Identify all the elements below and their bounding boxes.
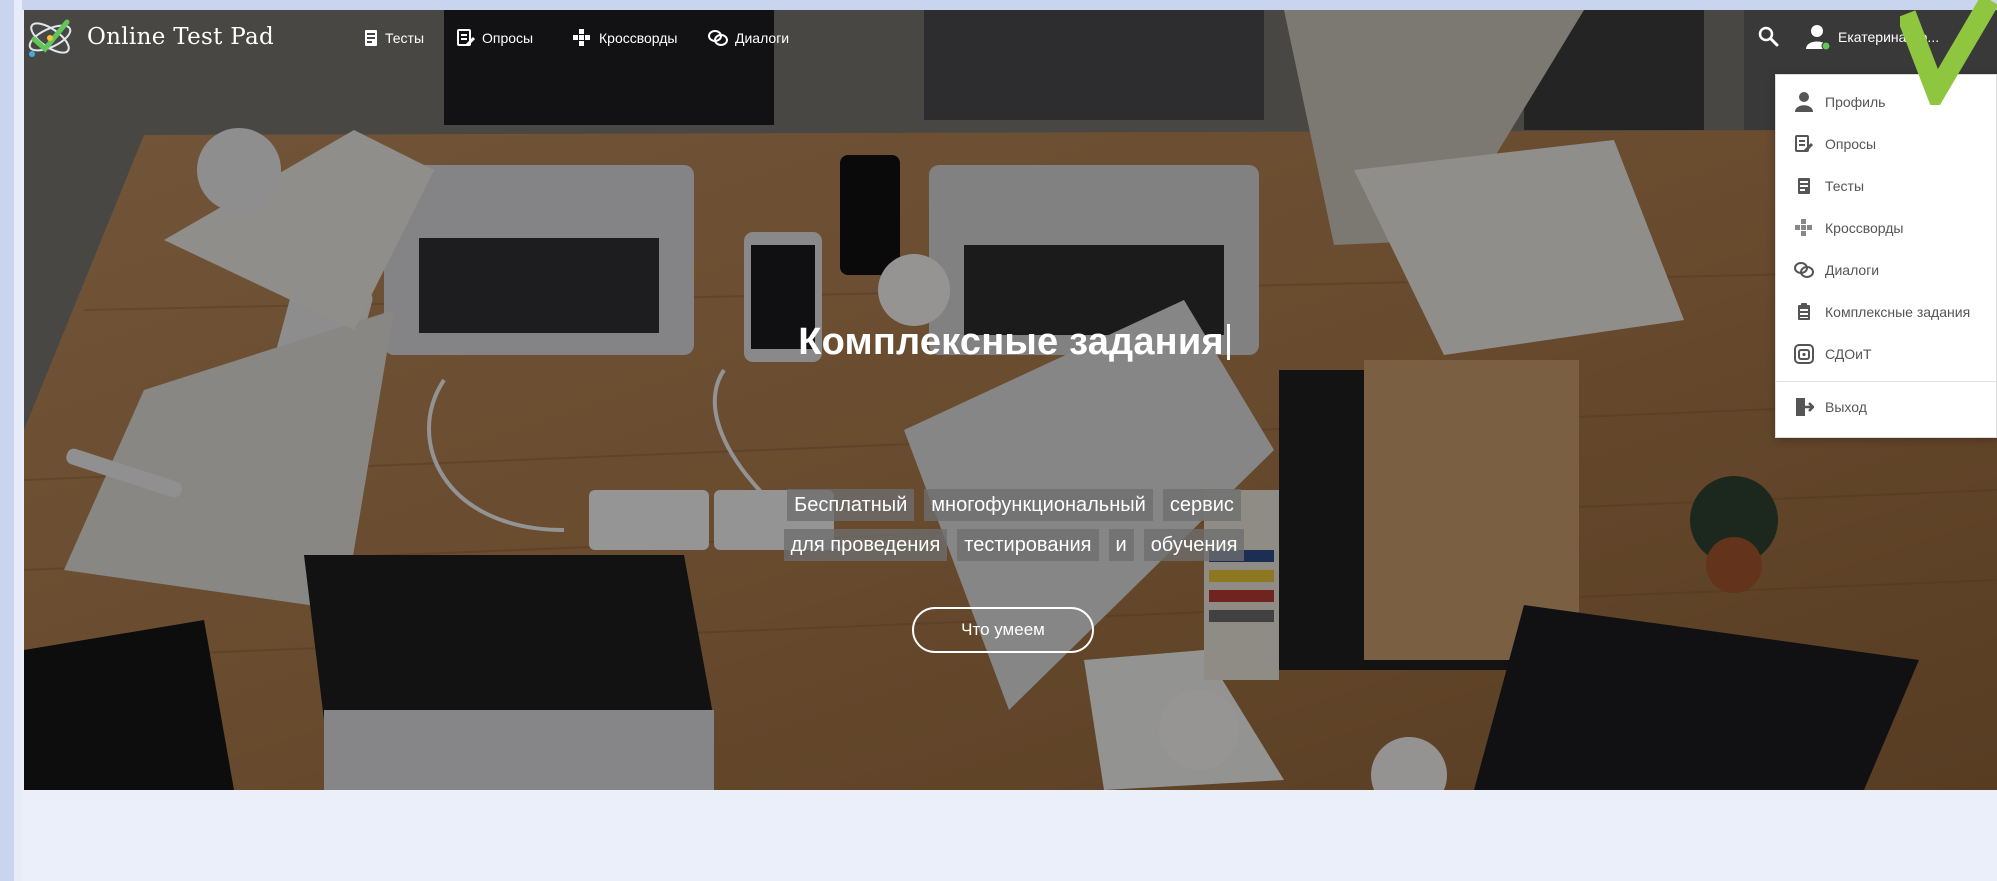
menu-item-label: Профиль [1825, 94, 1886, 110]
brand-name[interactable]: Online Test Pad [87, 24, 274, 50]
test-icon [365, 30, 377, 46]
menu-item-tests[interactable]: Тесты [1776, 165, 1996, 207]
hero-section: Online Test Pad Тесты Опросы Кроссворды … [24, 10, 1997, 790]
nav-tests[interactable]: Тесты [364, 26, 424, 50]
nav-crosswords[interactable]: Кроссворды [572, 26, 678, 50]
menu-item-polls[interactable]: Опросы [1776, 123, 1996, 165]
menu-item-sdoit[interactable]: СДОиТ [1776, 333, 1996, 375]
nav-polls[interactable]: Опросы [457, 26, 533, 50]
menu-item-label: СДОиТ [1825, 346, 1872, 362]
menu-item-label: Опросы [1825, 136, 1877, 152]
hero-tagline: Бесплатный многофункциональный сервис дл… [724, 489, 1304, 561]
crossword-icon [1795, 219, 1812, 236]
dialog-icon [708, 30, 728, 46]
what-we-do-button[interactable]: Что умеем [912, 607, 1094, 653]
menu-item-dialogs[interactable]: Диалоги [1776, 249, 1996, 291]
menu-item-complex-tasks[interactable]: Комплексные задания [1776, 291, 1996, 333]
tagline-word: обучения [1143, 529, 1245, 561]
menu-item-crosswords[interactable]: Кроссворды [1776, 207, 1996, 249]
test-icon [1798, 178, 1810, 194]
user-dropdown-menu: Профиль Опросы Тесты Кроссворды Диалоги … [1775, 74, 1997, 438]
logo-icon[interactable] [24, 14, 76, 62]
menu-divider [1776, 381, 1996, 382]
poll-icon [1795, 135, 1813, 153]
menu-item-label: Диалоги [1825, 262, 1880, 278]
menu-item-label: Комплексные задания [1825, 304, 1971, 320]
checkmark-icon [1900, 0, 1997, 105]
user-avatar-icon [1806, 25, 1830, 50]
menu-item-label: Тесты [1825, 178, 1865, 194]
slide-frame-top [0, 0, 1997, 10]
crossword-icon [573, 29, 590, 46]
menu-item-logout[interactable]: Выход [1776, 386, 1996, 428]
logout-icon [1796, 398, 1814, 416]
nav-dialogs[interactable]: Диалоги [708, 26, 789, 50]
complex-task-icon [1798, 303, 1810, 320]
nav-polls-label: Опросы [482, 30, 534, 46]
menu-item-label: Выход [1825, 399, 1867, 415]
tagline-word: многофункциональный [924, 489, 1153, 521]
sdoit-icon [1794, 344, 1814, 364]
typing-caret [1226, 324, 1230, 360]
tagline-word: Бесплатный [787, 489, 915, 521]
hero-headline-text: Комплексные задания [798, 321, 1224, 363]
nav-tests-label: Тесты [385, 30, 425, 46]
poll-icon [457, 29, 475, 47]
nav-dialogs-label: Диалоги [735, 30, 790, 46]
tagline-word: сервис [1162, 489, 1241, 521]
hero-dark-overlay [24, 10, 1997, 790]
menu-item-label: Кроссворды [1825, 220, 1904, 236]
search-icon[interactable] [1757, 25, 1781, 49]
dialog-icon [1794, 262, 1814, 278]
nav-crosswords-label: Кроссворды [599, 30, 678, 46]
tagline-word: для проведения [783, 529, 948, 561]
hero-headline: Комплексные задания [764, 321, 1264, 364]
profile-icon [1795, 92, 1813, 112]
tagline-word: тестирования [957, 529, 1099, 561]
slide-frame-left-inner [14, 0, 22, 881]
tagline-word: и [1108, 529, 1134, 561]
top-navbar: Online Test Pad Тесты Опросы Кроссворды … [24, 10, 1997, 66]
